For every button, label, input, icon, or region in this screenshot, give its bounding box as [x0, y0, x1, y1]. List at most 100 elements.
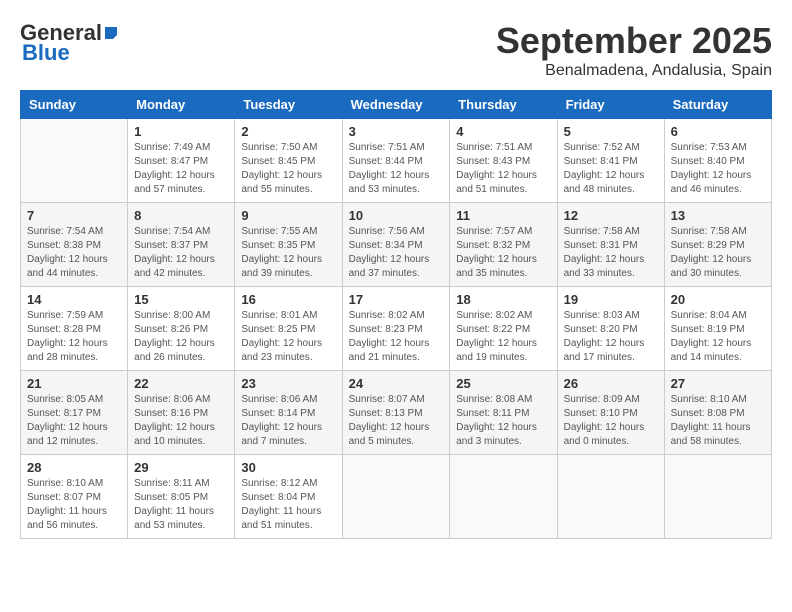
calendar-cell: 17 Sunrise: 8:02 AM Sunset: 8:23 PM Dayli…	[342, 287, 450, 371]
header-saturday: Saturday	[664, 91, 771, 119]
day-number: 30	[241, 460, 335, 475]
day-detail: Sunrise: 8:06 AM Sunset: 8:14 PM Dayligh…	[241, 393, 335, 449]
day-detail: Sunrise: 7:53 AM Sunset: 8:40 PM Dayligh…	[671, 141, 765, 197]
calendar-cell: 28Sunrise: 8:10 AM Sunset: 8:07 PM Dayli…	[21, 455, 128, 539]
page-header: General Blue September 2025 Benalmadena,…	[20, 20, 772, 80]
calendar-cell: 3 Sunrise: 7:51 AM Sunset: 8:44 PM Daylig…	[342, 119, 450, 203]
day-number: 9	[241, 208, 335, 223]
day-number: 17	[349, 292, 444, 307]
calendar-cell: 15 Sunrise: 8:00 AM Sunset: 8:26 PM Dayli…	[128, 287, 235, 371]
logo: General Blue	[20, 20, 120, 66]
day-number: 4	[456, 124, 550, 139]
day-detail: Sunrise: 7:55 AM Sunset: 8:35 PM Dayligh…	[241, 225, 335, 281]
calendar-cell: 1 Sunrise: 7:49 AM Sunset: 8:47 PM Daylig…	[128, 119, 235, 203]
day-detail: Sunrise: 8:08 AM Sunset: 8:11 PM Dayligh…	[456, 393, 550, 449]
day-number: 3	[349, 124, 444, 139]
day-number: 16	[241, 292, 335, 307]
calendar-cell: 27Sunrise: 8:10 AM Sunset: 8:08 PM Dayli…	[664, 371, 771, 455]
day-number: 15	[134, 292, 228, 307]
calendar-cell: 4 Sunrise: 7:51 AM Sunset: 8:43 PM Daylig…	[450, 119, 557, 203]
day-number: 7	[27, 208, 121, 223]
calendar-week-row: 21Sunrise: 8:05 AM Sunset: 8:17 PM Dayli…	[21, 371, 772, 455]
header-monday: Monday	[128, 91, 235, 119]
calendar-cell: 13Sunrise: 7:58 AM Sunset: 8:29 PM Dayli…	[664, 203, 771, 287]
calendar-cell: 12 Sunrise: 7:58 AM Sunset: 8:31 PM Dayli…	[557, 203, 664, 287]
day-number: 10	[349, 208, 444, 223]
calendar-cell: 8Sunrise: 7:54 AM Sunset: 8:37 PM Daylig…	[128, 203, 235, 287]
day-number: 19	[564, 292, 658, 307]
calendar-cell	[21, 119, 128, 203]
day-number: 6	[671, 124, 765, 139]
header-friday: Friday	[557, 91, 664, 119]
day-number: 22	[134, 376, 228, 391]
calendar-week-row: 1 Sunrise: 7:49 AM Sunset: 8:47 PM Daylig…	[21, 119, 772, 203]
logo-icon	[103, 25, 119, 41]
header-tuesday: Tuesday	[235, 91, 342, 119]
day-detail: Sunrise: 8:09 AM Sunset: 8:10 PM Dayligh…	[564, 393, 658, 449]
day-detail: Sunrise: 8:11 AM Sunset: 8:05 PM Dayligh…	[134, 477, 228, 533]
day-detail: Sunrise: 7:51 AM Sunset: 8:43 PM Dayligh…	[456, 141, 550, 197]
calendar-cell: 22Sunrise: 8:06 AM Sunset: 8:16 PM Dayli…	[128, 371, 235, 455]
calendar-cell: 5 Sunrise: 7:52 AM Sunset: 8:41 PM Daylig…	[557, 119, 664, 203]
calendar-cell: 2 Sunrise: 7:50 AM Sunset: 8:45 PM Daylig…	[235, 119, 342, 203]
day-detail: Sunrise: 8:02 AM Sunset: 8:22 PM Dayligh…	[456, 309, 550, 365]
calendar-cell: 25Sunrise: 8:08 AM Sunset: 8:11 PM Dayli…	[450, 371, 557, 455]
calendar-cell: 9 Sunrise: 7:55 AM Sunset: 8:35 PM Daylig…	[235, 203, 342, 287]
day-detail: Sunrise: 7:52 AM Sunset: 8:41 PM Dayligh…	[564, 141, 658, 197]
calendar-cell: 19 Sunrise: 8:03 AM Sunset: 8:20 PM Dayli…	[557, 287, 664, 371]
calendar-cell: 7 Sunrise: 7:54 AM Sunset: 8:38 PM Daylig…	[21, 203, 128, 287]
calendar-cell: 30 Sunrise: 8:12 AM Sunset: 8:04 PM Dayli…	[235, 455, 342, 539]
day-number: 28	[27, 460, 121, 475]
header-wednesday: Wednesday	[342, 91, 450, 119]
header-sunday: Sunday	[21, 91, 128, 119]
day-number: 8	[134, 208, 228, 223]
day-number: 27	[671, 376, 765, 391]
calendar-cell	[342, 455, 450, 539]
day-detail: Sunrise: 7:58 AM Sunset: 8:31 PM Dayligh…	[564, 225, 658, 281]
calendar-cell: 24 Sunrise: 8:07 AM Sunset: 8:13 PM Dayli…	[342, 371, 450, 455]
day-number: 18	[456, 292, 550, 307]
calendar-week-row: 7 Sunrise: 7:54 AM Sunset: 8:38 PM Daylig…	[21, 203, 772, 287]
calendar-cell: 16Sunrise: 8:01 AM Sunset: 8:25 PM Dayli…	[235, 287, 342, 371]
calendar-cell	[664, 455, 771, 539]
day-detail: Sunrise: 8:07 AM Sunset: 8:13 PM Dayligh…	[349, 393, 444, 449]
calendar-cell: 23 Sunrise: 8:06 AM Sunset: 8:14 PM Dayli…	[235, 371, 342, 455]
calendar-cell: 20Sunrise: 8:04 AM Sunset: 8:19 PM Dayli…	[664, 287, 771, 371]
day-detail: Sunrise: 7:49 AM Sunset: 8:47 PM Dayligh…	[134, 141, 228, 197]
day-number: 21	[27, 376, 121, 391]
day-number: 1	[134, 124, 228, 139]
day-detail: Sunrise: 8:03 AM Sunset: 8:20 PM Dayligh…	[564, 309, 658, 365]
day-number: 23	[241, 376, 335, 391]
day-detail: Sunrise: 8:12 AM Sunset: 8:04 PM Dayligh…	[241, 477, 335, 533]
day-number: 29	[134, 460, 228, 475]
logo-blue-text: Blue	[22, 40, 70, 66]
day-detail: Sunrise: 7:58 AM Sunset: 8:29 PM Dayligh…	[671, 225, 765, 281]
calendar-week-row: 28Sunrise: 8:10 AM Sunset: 8:07 PM Dayli…	[21, 455, 772, 539]
day-detail: Sunrise: 7:54 AM Sunset: 8:38 PM Dayligh…	[27, 225, 121, 281]
day-number: 12	[564, 208, 658, 223]
title-block: September 2025 Benalmadena, Andalusia, S…	[496, 20, 772, 80]
day-detail: Sunrise: 8:04 AM Sunset: 8:19 PM Dayligh…	[671, 309, 765, 365]
calendar-cell: 11 Sunrise: 7:57 AM Sunset: 8:32 PM Dayli…	[450, 203, 557, 287]
day-number: 5	[564, 124, 658, 139]
day-detail: Sunrise: 7:57 AM Sunset: 8:32 PM Dayligh…	[456, 225, 550, 281]
calendar-header-row: SundayMondayTuesdayWednesdayThursdayFrid…	[21, 91, 772, 119]
calendar-cell	[557, 455, 664, 539]
day-detail: Sunrise: 7:56 AM Sunset: 8:34 PM Dayligh…	[349, 225, 444, 281]
day-detail: Sunrise: 7:51 AM Sunset: 8:44 PM Dayligh…	[349, 141, 444, 197]
calendar-table: SundayMondayTuesdayWednesdayThursdayFrid…	[20, 90, 772, 539]
day-number: 24	[349, 376, 444, 391]
calendar-week-row: 14Sunrise: 7:59 AM Sunset: 8:28 PM Dayli…	[21, 287, 772, 371]
day-number: 2	[241, 124, 335, 139]
calendar-cell	[450, 455, 557, 539]
day-number: 11	[456, 208, 550, 223]
day-detail: Sunrise: 8:02 AM Sunset: 8:23 PM Dayligh…	[349, 309, 444, 365]
month-title: September 2025	[496, 20, 772, 62]
header-thursday: Thursday	[450, 91, 557, 119]
calendar-cell: 6 Sunrise: 7:53 AM Sunset: 8:40 PM Daylig…	[664, 119, 771, 203]
day-detail: Sunrise: 8:00 AM Sunset: 8:26 PM Dayligh…	[134, 309, 228, 365]
calendar-cell: 18 Sunrise: 8:02 AM Sunset: 8:22 PM Dayli…	[450, 287, 557, 371]
day-detail: Sunrise: 7:50 AM Sunset: 8:45 PM Dayligh…	[241, 141, 335, 197]
day-number: 14	[27, 292, 121, 307]
calendar-cell: 26Sunrise: 8:09 AM Sunset: 8:10 PM Dayli…	[557, 371, 664, 455]
